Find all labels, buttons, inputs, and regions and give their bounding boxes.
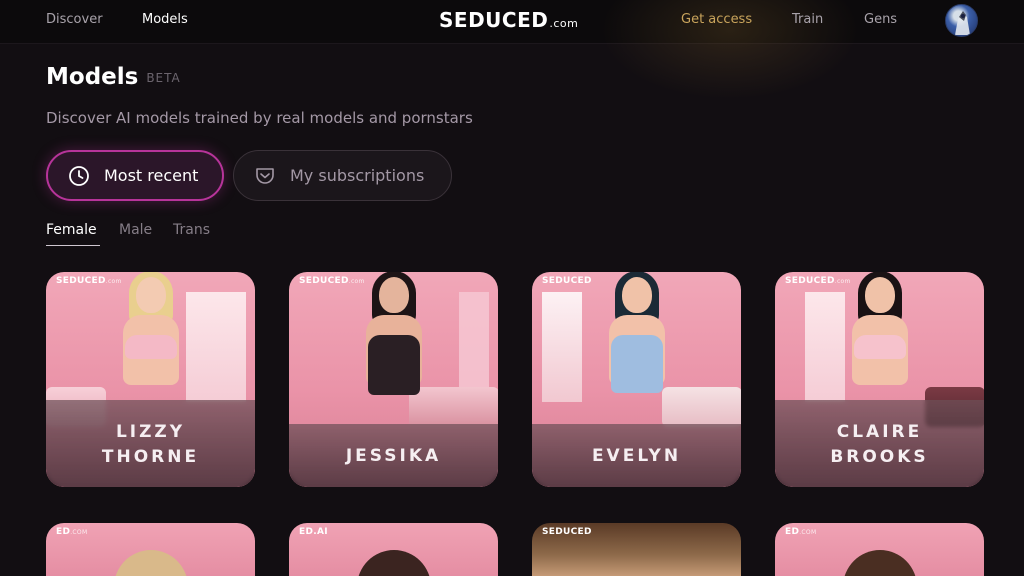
page-title: Models (46, 64, 139, 90)
nav-get-access[interactable]: Get access (681, 12, 752, 27)
card-watermark: ED.AI (299, 527, 328, 537)
model-card[interactable]: SEDUCED EVELYN (532, 272, 741, 487)
model-name: CLAIRE BROOKS (830, 421, 929, 467)
nav-train[interactable]: Train (792, 12, 823, 27)
active-tab-underline (46, 245, 100, 246)
tab-trans[interactable]: Trans (173, 222, 210, 238)
model-name: LIZZY THORNE (101, 421, 200, 467)
card-watermark: SEDUCED.com (299, 276, 365, 286)
card-name-overlay: LIZZY THORNE (46, 400, 255, 487)
logo-suffix: .com (549, 17, 579, 30)
model-card[interactable]: SEDUCED.com JESSIKA (289, 272, 498, 487)
card-name-overlay: EVELYN (532, 424, 741, 487)
nav-gens[interactable]: Gens (864, 12, 897, 27)
card-watermark: ED.COM (56, 527, 88, 537)
model-card[interactable]: SEDUCED.com CLAIRE BROOKS (775, 272, 984, 487)
site-logo[interactable]: SEDUCED.com (439, 8, 578, 32)
nav-models[interactable]: Models (142, 12, 188, 27)
most-recent-label: Most recent (104, 166, 199, 185)
most-recent-button[interactable]: Most recent (46, 150, 224, 201)
card-name-overlay: JESSIKA (289, 424, 498, 487)
card-watermark: SEDUCED.com (56, 276, 122, 286)
page-header: Models BETA (46, 64, 181, 90)
model-card[interactable]: ED.COM (775, 523, 984, 576)
nav-discover[interactable]: Discover (46, 12, 103, 27)
my-subscriptions-button[interactable]: My subscriptions (233, 150, 452, 201)
card-watermark: ED.COM (785, 527, 817, 537)
model-card[interactable]: SEDUCED (532, 523, 741, 576)
top-navigation-bar: Discover Models SEDUCED.com Get access T… (0, 0, 1024, 100)
pocket-icon (254, 165, 276, 187)
card-watermark: SEDUCED (542, 527, 592, 537)
model-name: EVELYN (591, 446, 682, 466)
card-watermark: SEDUCED (542, 276, 592, 286)
page-subtitle: Discover AI models trained by real model… (46, 109, 473, 127)
model-card[interactable]: ED.AI (289, 523, 498, 576)
user-avatar[interactable] (945, 4, 978, 37)
card-name-overlay: CLAIRE BROOKS (775, 400, 984, 487)
card-watermark: SEDUCED.com (785, 276, 851, 286)
model-card[interactable]: ED.COM (46, 523, 255, 576)
my-subscriptions-label: My subscriptions (290, 166, 425, 185)
beta-badge: BETA (146, 71, 181, 85)
model-card[interactable]: SEDUCED.com LIZZY THORNE (46, 272, 255, 487)
model-name: JESSIKA (345, 446, 442, 466)
model-figure (354, 272, 434, 427)
clock-icon (68, 165, 90, 187)
tab-male[interactable]: Male (119, 222, 152, 238)
logo-main: SEDUCED (439, 8, 549, 32)
tab-female[interactable]: Female (46, 222, 97, 238)
model-figure (597, 272, 677, 427)
